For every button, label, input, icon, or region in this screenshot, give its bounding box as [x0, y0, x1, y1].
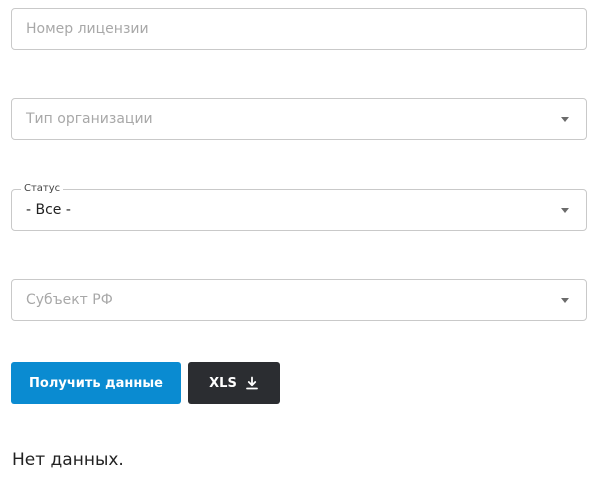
get-data-button[interactable]: Получить данные — [11, 362, 181, 404]
license-number-field[interactable] — [11, 8, 587, 50]
organization-type-select[interactable]: Тип организации — [11, 98, 587, 140]
get-data-button-label: Получить данные — [29, 375, 163, 391]
chevron-down-icon[interactable] — [561, 208, 569, 213]
no-data-message: Нет данных. — [12, 450, 124, 470]
chevron-down-icon[interactable] — [561, 117, 569, 122]
region-placeholder: Субъект РФ — [26, 292, 113, 308]
status-selected-value: - Все - — [26, 202, 71, 218]
xls-download-button[interactable]: XLS — [188, 362, 280, 404]
license-number-input[interactable] — [12, 9, 586, 49]
chevron-down-icon[interactable] — [561, 298, 569, 303]
organization-type-placeholder: Тип организации — [26, 111, 153, 127]
status-select[interactable]: Статус - Все - — [11, 183, 587, 231]
xls-button-label: XLS — [209, 375, 237, 391]
download-icon — [245, 376, 259, 390]
region-select[interactable]: Субъект РФ — [11, 279, 587, 321]
